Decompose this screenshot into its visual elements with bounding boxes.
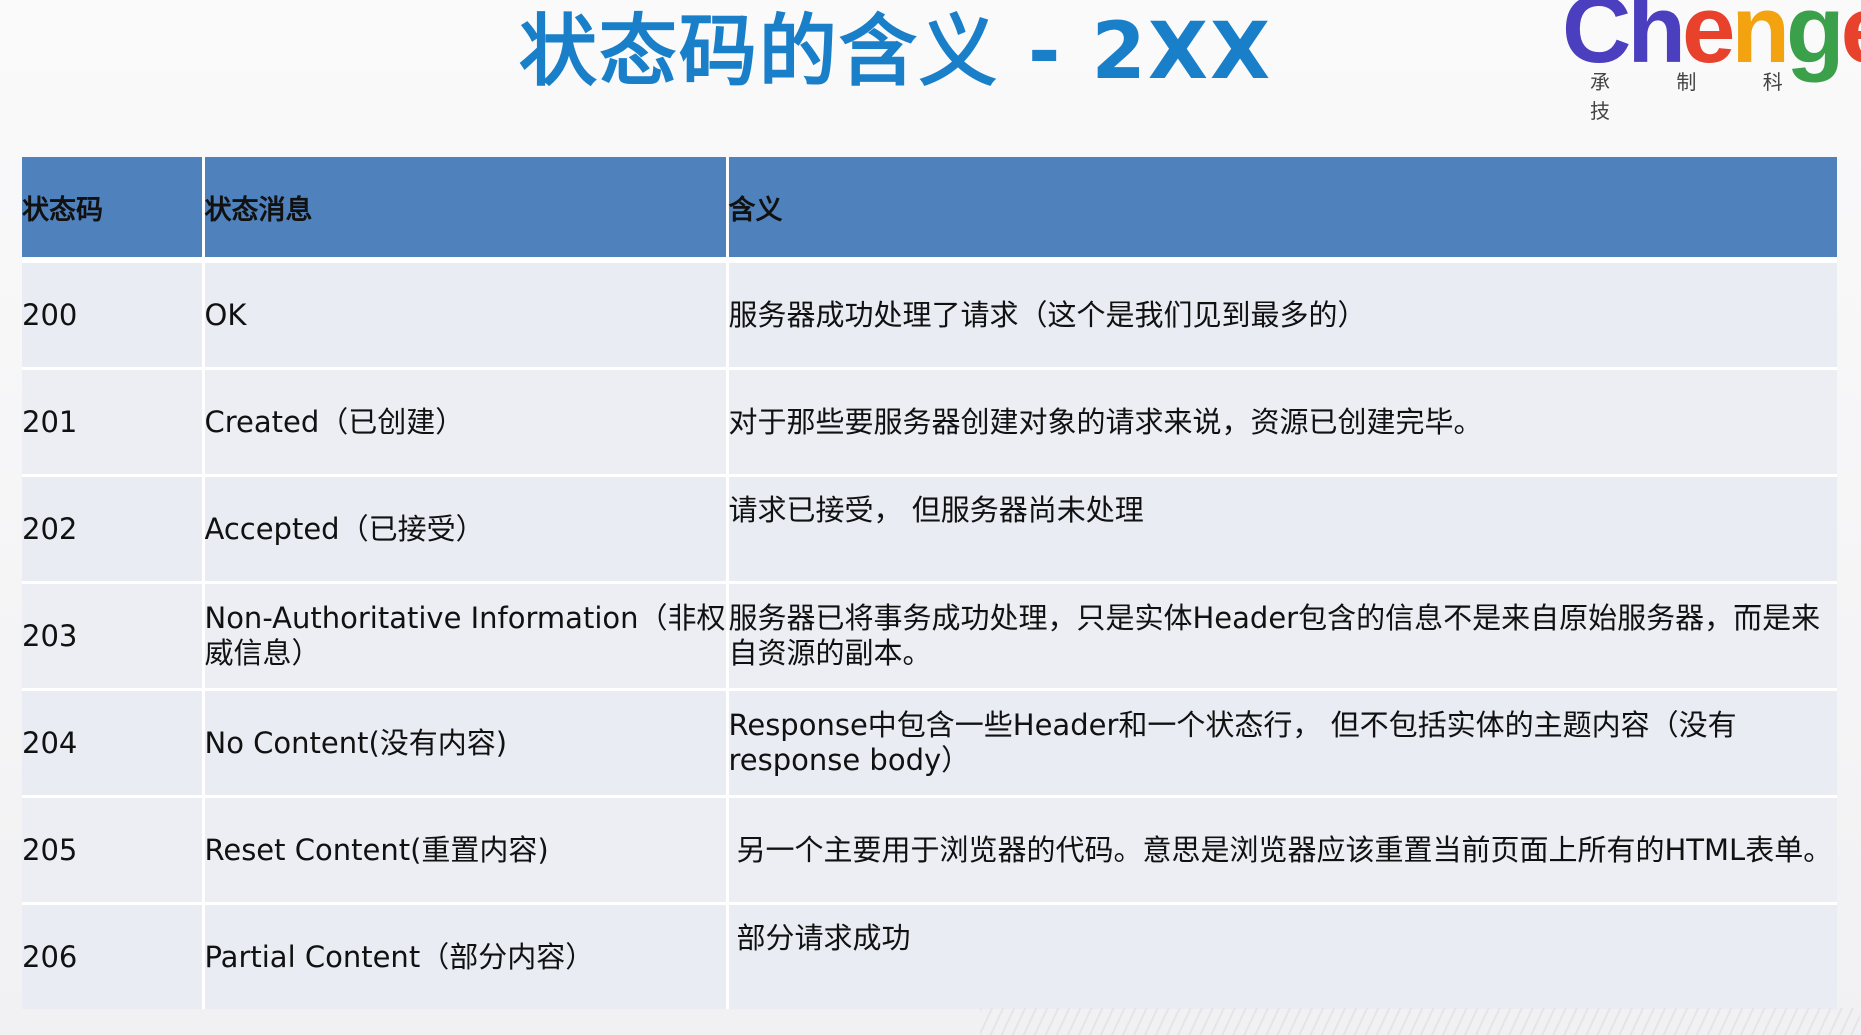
slide: 状态码的含义 - 2XX Chenge 承 制 科 技 状态码 状态消息 含义 …: [0, 0, 1861, 1035]
table-row: 206 Partial Content（部分内容） 部分请求成功: [22, 902, 1837, 1009]
cell-message: Non-Authoritative Information（非权威信息）: [201, 581, 727, 690]
table-row: 205 Reset Content(重置内容) 另一个主要用于浏览器的代码。意思…: [22, 795, 1837, 904]
cell-code: 203: [22, 581, 203, 690]
cell-message: No Content(没有内容): [201, 688, 727, 797]
cell-code: 200: [22, 258, 203, 369]
cell-meaning: 服务器成功处理了请求（这个是我们见到最多的）: [725, 258, 1837, 369]
decorative-stripes: [980, 1008, 1860, 1035]
header-code: 状态码: [22, 157, 203, 263]
cell-meaning: Response中包含一些Header和一个状态行， 但不包括实体的主题内容（没…: [725, 688, 1837, 797]
table-row: 203 Non-Authoritative Information（非权威信息）…: [22, 581, 1837, 690]
table-row: 201 Created（已创建） 对于那些要服务器创建对象的请求来说，资源已创建…: [22, 367, 1837, 476]
cell-message: Partial Content（部分内容）: [201, 902, 727, 1009]
cell-code: 202: [22, 474, 203, 583]
cell-message: Reset Content(重置内容): [201, 795, 727, 904]
cell-message: OK: [201, 258, 727, 369]
header-meaning: 含义: [725, 157, 1837, 263]
status-code-table-wrapper: 状态码 状态消息 含义 200 OK 服务器成功处理了请求（这个是我们见到最多的…: [22, 157, 1837, 1009]
cell-meaning: 请求已接受， 但服务器尚未处理: [725, 474, 1837, 583]
table-row: 200 OK 服务器成功处理了请求（这个是我们见到最多的）: [22, 258, 1837, 369]
cell-message: Accepted（已接受）: [201, 474, 727, 583]
logo: Chenge 承 制 科 技: [1562, 0, 1861, 123]
cell-code: 205: [22, 795, 203, 904]
cell-code: 206: [22, 902, 203, 1009]
cell-meaning: 另一个主要用于浏览器的代码。意思是浏览器应该重置当前页面上所有的HTML表单。: [725, 795, 1837, 904]
cell-meaning: 服务器已将事务成功处理，只是实体Header包含的信息不是来自原始服务器，而是来…: [725, 581, 1837, 690]
table-row: 202 Accepted（已接受） 请求已接受， 但服务器尚未处理: [22, 474, 1837, 583]
logo-subtitle: 承 制 科 技: [1590, 70, 1813, 123]
cell-meaning: 部分请求成功: [725, 902, 1837, 1009]
header-message: 状态消息: [201, 157, 727, 263]
cell-code: 201: [22, 367, 203, 476]
table-header-row: 状态码 状态消息 含义: [22, 157, 1837, 263]
status-code-table: 状态码 状态消息 含义 200 OK 服务器成功处理了请求（这个是我们见到最多的…: [22, 157, 1837, 1009]
table-row: 204 No Content(没有内容) Response中包含一些Header…: [22, 688, 1837, 797]
cell-meaning: 对于那些要服务器创建对象的请求来说，资源已创建完毕。: [725, 367, 1837, 476]
cell-message: Created（已创建）: [201, 367, 727, 476]
cell-code: 204: [22, 688, 203, 797]
